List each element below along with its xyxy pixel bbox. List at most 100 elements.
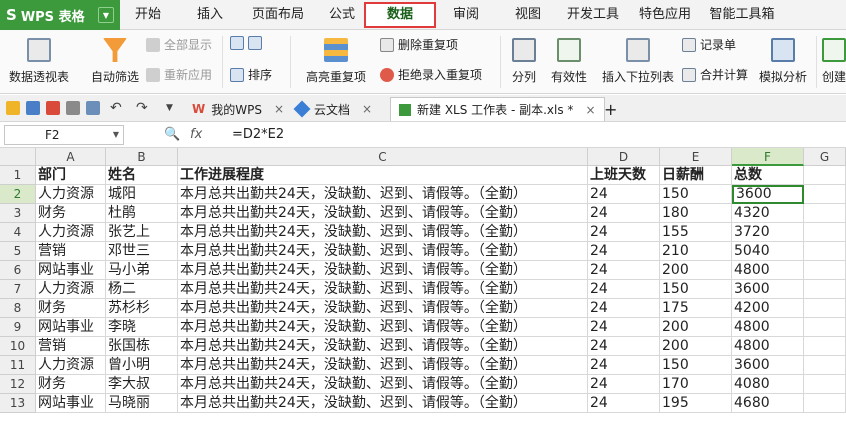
remove-duplicates-button[interactable]: 删除重复项 [380, 36, 458, 53]
table-cell[interactable]: 200 [660, 261, 732, 280]
new-tab-button[interactable]: + [596, 97, 625, 121]
menu-page-layout[interactable]: 页面布局 [246, 0, 310, 30]
wps-app-button[interactable]: S WPS 表格 ▼ [0, 0, 120, 30]
menu-developer[interactable]: 开发工具 [564, 0, 622, 30]
table-cell[interactable]: 财务 [36, 375, 106, 394]
table-cell[interactable]: 4200 [732, 299, 804, 318]
table-cell[interactable]: 195 [660, 394, 732, 413]
record-sheet-button[interactable]: 记录单 [682, 36, 736, 53]
table-cell[interactable]: 网站事业 [36, 318, 106, 337]
table-cell[interactable] [804, 261, 846, 280]
column-header-d[interactable]: D [588, 148, 660, 166]
merge-calc-button[interactable]: 合并计算 [682, 66, 748, 83]
table-cell[interactable]: 马晓丽 [106, 394, 178, 413]
table-cell[interactable] [804, 242, 846, 261]
table-cell[interactable]: 本月总共出勤共24天，没缺勤、迟到、请假等。（全勤） [178, 299, 588, 318]
row-header-6[interactable]: 6 [0, 261, 36, 280]
table-cell[interactable]: 李大叔 [106, 375, 178, 394]
table-cell[interactable]: 营销 [36, 242, 106, 261]
tab-cloud-docs[interactable]: 云文档 × [288, 97, 380, 121]
column-header-f[interactable]: F [732, 148, 804, 166]
redo-icon[interactable]: ↷ [136, 101, 150, 115]
table-cell[interactable]: 网站事业 [36, 394, 106, 413]
header-cell[interactable]: 总数 [732, 166, 804, 185]
column-header-c[interactable]: C [178, 148, 588, 166]
table-cell[interactable]: 24 [588, 299, 660, 318]
table-cell[interactable]: 4080 [732, 375, 804, 394]
column-header-a[interactable]: A [36, 148, 106, 166]
table-cell[interactable]: 150 [660, 280, 732, 299]
header-cell[interactable] [804, 166, 846, 185]
zoom-search-icon[interactable]: 🔍 [164, 127, 180, 142]
table-cell[interactable]: 175 [660, 299, 732, 318]
row-header-3[interactable]: 3 [0, 204, 36, 223]
sort-button[interactable]: 排序 [230, 66, 272, 83]
table-cell[interactable]: 155 [660, 223, 732, 242]
menu-data[interactable]: 数据 [364, 2, 436, 28]
table-cell[interactable]: 人力资源 [36, 280, 106, 299]
row-header-13[interactable]: 13 [0, 394, 36, 413]
tab-my-wps[interactable]: W 我的WPS × [184, 97, 292, 121]
menu-features[interactable]: 特色应用 [634, 0, 696, 30]
header-cell[interactable]: 部门 [36, 166, 106, 185]
chevron-down-icon[interactable]: ▼ [113, 126, 119, 144]
table-cell[interactable]: 200 [660, 318, 732, 337]
table-cell[interactable]: 3720 [732, 223, 804, 242]
table-cell[interactable]: 24 [588, 318, 660, 337]
row-header-8[interactable]: 8 [0, 299, 36, 318]
table-cell[interactable] [804, 299, 846, 318]
table-cell[interactable] [804, 356, 846, 375]
create-button[interactable]: 创建 [822, 38, 846, 85]
table-cell[interactable]: 210 [660, 242, 732, 261]
table-cell[interactable]: 本月总共出勤共24天，没缺勤、迟到、请假等。（全勤） [178, 280, 588, 299]
table-cell[interactable]: 张国栋 [106, 337, 178, 356]
active-cell[interactable]: 3600 [732, 185, 804, 204]
reapply-button[interactable]: 重新应用 [146, 66, 212, 83]
table-cell[interactable]: 180 [660, 204, 732, 223]
table-cell[interactable]: 本月总共出勤共24天，没缺勤、迟到、请假等。（全勤） [178, 318, 588, 337]
table-cell[interactable]: 5040 [732, 242, 804, 261]
table-cell[interactable]: 200 [660, 337, 732, 356]
chevron-down-icon[interactable]: ▼ [166, 101, 180, 115]
fx-icon[interactable]: fx [190, 127, 202, 142]
table-cell[interactable]: 24 [588, 261, 660, 280]
select-all-corner[interactable] [0, 148, 36, 166]
close-icon[interactable]: × [362, 102, 372, 116]
print-preview-icon[interactable] [86, 101, 100, 115]
table-cell[interactable]: 3600 [732, 280, 804, 299]
column-header-b[interactable]: B [106, 148, 178, 166]
table-cell[interactable]: 本月总共出勤共24天，没缺勤、迟到、请假等。（全勤） [178, 261, 588, 280]
table-cell[interactable]: 24 [588, 280, 660, 299]
header-cell[interactable]: 上班天数 [588, 166, 660, 185]
simulate-analysis-button[interactable]: 模拟分析 [756, 38, 810, 85]
table-cell[interactable] [804, 337, 846, 356]
table-cell[interactable]: 曾小明 [106, 356, 178, 375]
table-cell[interactable]: 24 [588, 223, 660, 242]
open-folder-icon[interactable] [6, 101, 20, 115]
table-cell[interactable]: 本月总共出勤共24天，没缺勤、迟到、请假等。（全勤） [178, 394, 588, 413]
menu-review[interactable]: 审阅 [446, 0, 486, 30]
header-cell[interactable]: 日薪酬 [660, 166, 732, 185]
formula-input[interactable]: =D2*E2 [232, 127, 284, 142]
table-cell[interactable]: 4320 [732, 204, 804, 223]
reject-duplicates-button[interactable]: 拒绝录入重复项 [380, 66, 482, 83]
print-icon[interactable] [66, 101, 80, 115]
table-cell[interactable] [804, 280, 846, 299]
pivot-table-button[interactable]: 数据透视表 [6, 38, 72, 85]
validity-button[interactable]: 有效性 [544, 38, 594, 85]
table-cell[interactable]: 本月总共出勤共24天，没缺勤、迟到、请假等。（全勤） [178, 242, 588, 261]
table-cell[interactable]: 4800 [732, 261, 804, 280]
close-icon[interactable]: × [274, 102, 284, 116]
table-cell[interactable]: 本月总共出勤共24天，没缺勤、迟到、请假等。（全勤） [178, 337, 588, 356]
tab-spreadsheet-file[interactable]: 新建 XLS 工作表 - 副本.xls * × [390, 97, 605, 121]
table-cell[interactable]: 24 [588, 204, 660, 223]
table-cell[interactable]: 4800 [732, 337, 804, 356]
close-icon[interactable]: × [585, 103, 595, 117]
table-cell[interactable]: 150 [660, 356, 732, 375]
table-cell[interactable]: 人力资源 [36, 223, 106, 242]
show-all-button[interactable]: 全部显示 [146, 36, 212, 53]
menu-view[interactable]: 视图 [508, 0, 548, 30]
table-cell[interactable] [804, 185, 846, 204]
table-cell[interactable]: 150 [660, 185, 732, 204]
table-cell[interactable] [804, 318, 846, 337]
